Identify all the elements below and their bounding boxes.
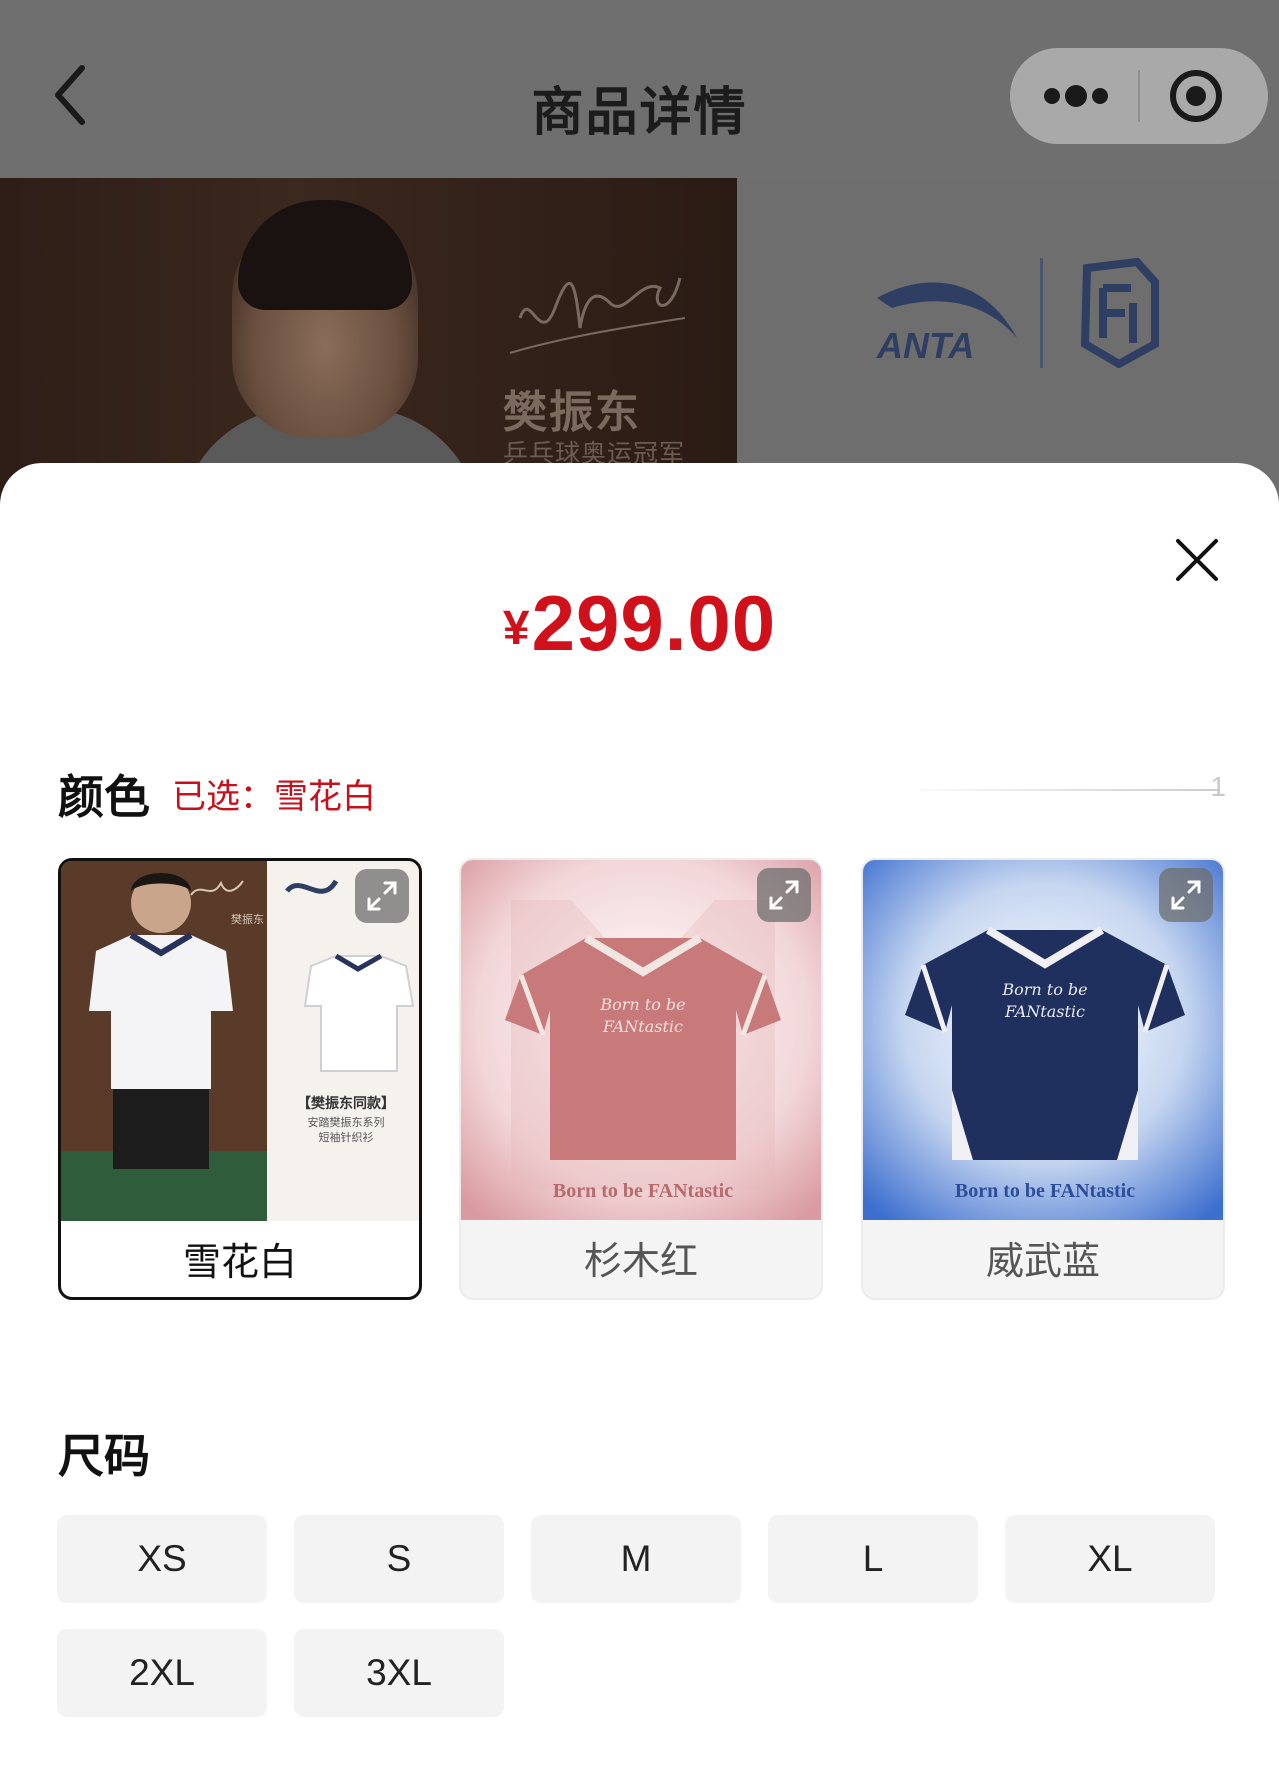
color-option-mighty-blue[interactable]: Born to be FANtastic Born to be FANtasti… — [861, 858, 1225, 1300]
color-option-label: 雪花白 — [182, 1240, 297, 1284]
more-dots-icon — [1044, 85, 1108, 107]
more-button[interactable] — [1010, 48, 1138, 144]
color-option-label: 杉木红 — [583, 1239, 698, 1283]
selected-color-value: 雪花白 — [274, 777, 376, 817]
mini-program-capsule — [1010, 48, 1268, 144]
color-option-fir-red[interactable]: Born to be FANtastic Born to be FANtasti… — [459, 858, 823, 1300]
celebrity-name: 樊振东 — [503, 387, 641, 438]
mini-program-close-button[interactable] — [1140, 48, 1268, 144]
color-section-heading: 颜色 — [58, 770, 150, 824]
svg-text:【樊振东同款】: 【樊振东同款】 — [297, 1095, 395, 1112]
size-option-xs[interactable]: XS — [57, 1515, 267, 1603]
size-option-l[interactable]: L — [768, 1515, 978, 1603]
color-option-snow-white[interactable]: 【樊振东同款】 安踏樊振东系列 短袖针织衫 樊振东 雪花白 — [58, 858, 422, 1300]
size-option-m[interactable]: M — [531, 1515, 741, 1603]
color-option-label: 威武蓝 — [985, 1239, 1100, 1283]
person-hair — [238, 200, 412, 310]
expand-arrows-icon — [769, 880, 799, 910]
size-option-2xl[interactable]: 2XL — [57, 1629, 267, 1717]
svg-text:樊振东: 樊振东 — [231, 912, 264, 926]
svg-text:FANtastic: FANtastic — [602, 1017, 683, 1036]
size-option-s[interactable]: S — [294, 1515, 504, 1603]
slider-track — [920, 789, 1220, 791]
zoom-button[interactable] — [355, 869, 409, 923]
zoom-button[interactable] — [1159, 868, 1213, 922]
selected-color-text: 已选：雪花白 — [172, 769, 376, 818]
svg-text:Born to be: Born to be — [599, 995, 685, 1014]
size-section-heading: 尺码 — [58, 1429, 150, 1483]
fan-shield-logo-icon — [1080, 258, 1159, 368]
slider-value: 1 — [1210, 771, 1226, 802]
target-circle-icon — [1170, 70, 1222, 122]
size-option-xl[interactable]: XL — [1005, 1515, 1215, 1603]
product-price: ¥299.00 — [0, 578, 1279, 669]
svg-text:FANtastic: FANtastic — [1004, 1002, 1085, 1021]
currency-symbol: ¥ — [502, 602, 530, 655]
zoom-button[interactable] — [757, 868, 811, 922]
color-options: 【樊振东同款】 安踏樊振东系列 短袖针织衫 樊振东 雪花白 Born to be… — [58, 858, 1228, 1300]
top-navbar: 商品详情 — [0, 0, 1279, 178]
faint-quantity-slider: 1 — [920, 771, 1226, 805]
signature-graphic — [509, 277, 686, 354]
sku-selection-sheet: ¥299.00 颜色 已选：雪花白 1 【樊振东同款】 安踏樊振东系列 短袖针织… — [0, 463, 1279, 1774]
selected-prefix: 已选： — [172, 777, 274, 817]
expand-arrows-icon — [367, 881, 397, 911]
expand-arrows-icon — [1171, 880, 1201, 910]
brand-divider — [1040, 258, 1043, 368]
price-value: 299.00 — [531, 579, 777, 667]
svg-text:短袖针织衫: 短袖针织衫 — [319, 1130, 374, 1144]
svg-text:Born to be FANtastic: Born to be FANtastic — [955, 1180, 1135, 1202]
size-option-3xl[interactable]: 3XL — [294, 1629, 504, 1717]
svg-text:Born to be: Born to be — [1001, 980, 1087, 999]
anta-logo-icon: ANTA — [876, 282, 1017, 366]
svg-text:Born to be FANtastic: Born to be FANtastic — [553, 1180, 733, 1202]
background-page: 商品详情 樊振东 乒乓球奥运冠军 ANTA — [0, 0, 1279, 520]
svg-text:ANTA: ANTA — [876, 325, 974, 366]
svg-text:安踏樊振东系列: 安踏樊振东系列 — [308, 1115, 385, 1129]
